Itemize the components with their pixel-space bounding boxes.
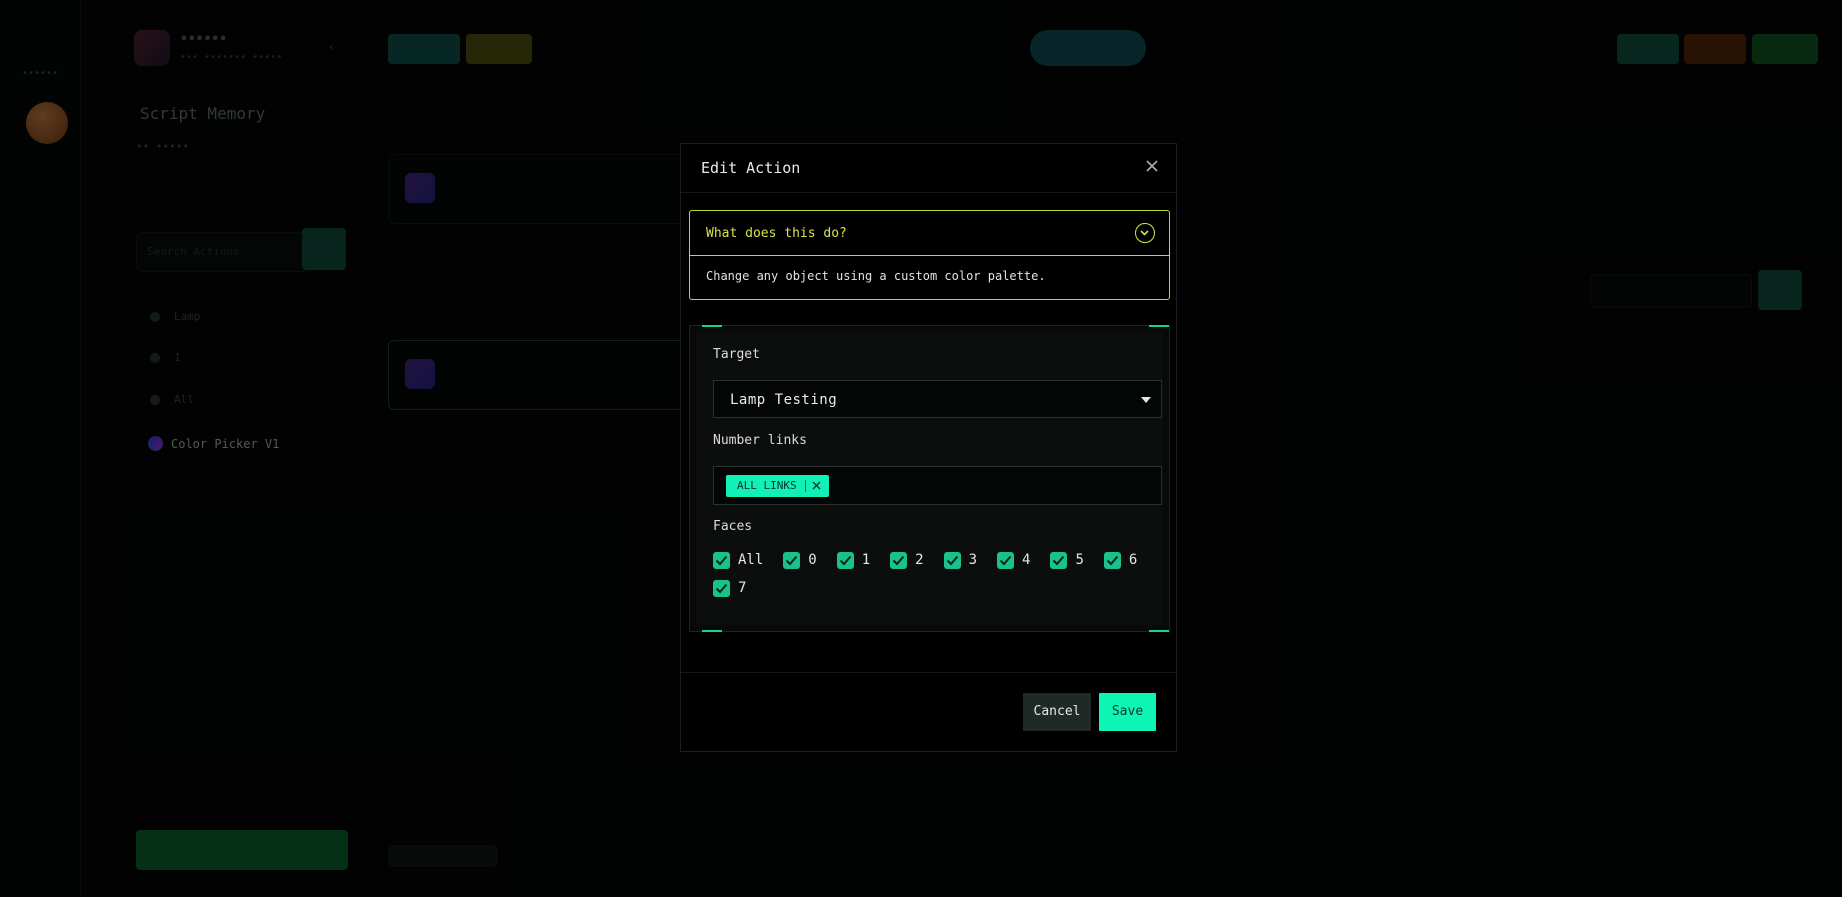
app-root: •••••• •••••• ••• ••••••• ••••• ‹ Script… <box>0 0 1842 897</box>
edit-action-modal: Edit Action What does this do? Change an… <box>680 143 1177 752</box>
target-select[interactable]: Lamp Testing <box>713 380 1162 418</box>
info-question: What does this do? <box>706 226 847 241</box>
checkmark-icon <box>943 551 961 569</box>
checkmark-icon <box>783 551 801 569</box>
target-select-value: Lamp Testing <box>730 392 838 408</box>
modal-footer: Cancel Save <box>681 672 1176 753</box>
face-label: 2 <box>915 552 924 568</box>
corner-accent <box>702 325 722 327</box>
face-label: 3 <box>968 552 978 568</box>
checkmark-icon <box>836 551 854 569</box>
chip-label: ALL LINKS <box>737 479 797 492</box>
face-label: 7 <box>738 580 747 596</box>
corner-accent <box>702 630 722 632</box>
chevron-down-icon[interactable] <box>1135 223 1155 243</box>
corner-accent <box>1149 325 1169 327</box>
faces-row: 7 <box>713 578 766 598</box>
face-label: 4 <box>1022 552 1031 568</box>
face-checkbox-7[interactable]: 7 <box>713 579 747 597</box>
checkmark-icon <box>1050 551 1068 569</box>
info-accordion-header[interactable]: What does this do? <box>690 211 1169 256</box>
chip-remove-icon[interactable] <box>812 475 821 497</box>
face-checkbox-1[interactable]: 1 <box>836 551 871 569</box>
face-checkbox-3[interactable]: 3 <box>943 551 978 569</box>
face-checkbox-0[interactable]: 0 <box>783 551 817 569</box>
number-links-input[interactable]: ALL LINKS <box>713 466 1162 505</box>
cancel-button[interactable]: Cancel <box>1023 693 1091 731</box>
face-checkbox-4[interactable]: 4 <box>997 551 1031 569</box>
corner-accent <box>1149 630 1169 632</box>
form-inner: Target Lamp Testing Number links ALL LIN… <box>696 332 1163 625</box>
faces-row: All 0 1 2 3 4 5 6 <box>713 550 1157 570</box>
face-checkbox-6[interactable]: 6 <box>1103 551 1138 569</box>
close-icon[interactable] <box>1142 158 1162 178</box>
checkmark-icon <box>713 579 730 597</box>
face-label: 1 <box>861 552 871 568</box>
checkmark-icon <box>997 551 1015 569</box>
info-accordion: What does this do? Change any object usi… <box>689 210 1170 300</box>
chip-separator <box>804 480 806 492</box>
modal-header: Edit Action <box>681 144 1176 193</box>
face-checkbox-all[interactable]: All <box>713 551 764 569</box>
action-form-panel: Target Lamp Testing Number links ALL LIN… <box>689 325 1170 632</box>
modal-title: Edit Action <box>701 159 801 177</box>
save-button[interactable]: Save <box>1099 693 1156 731</box>
face-label: All <box>738 552 764 568</box>
face-checkbox-5[interactable]: 5 <box>1050 551 1084 569</box>
faces-label: Faces <box>713 519 753 534</box>
target-label: Target <box>713 347 760 362</box>
face-checkbox-2[interactable]: 2 <box>890 551 924 569</box>
face-label: 6 <box>1128 552 1138 568</box>
number-links-label: Number links <box>713 433 807 448</box>
info-description: Change any object using a custom color p… <box>706 269 1046 283</box>
checkmark-icon <box>1103 551 1121 569</box>
caret-down-icon <box>1141 397 1151 403</box>
checkmark-icon <box>890 551 908 569</box>
number-links-chip: ALL LINKS <box>726 475 829 497</box>
face-label: 0 <box>808 552 817 568</box>
face-label: 5 <box>1075 552 1084 568</box>
checkmark-icon <box>713 551 730 569</box>
